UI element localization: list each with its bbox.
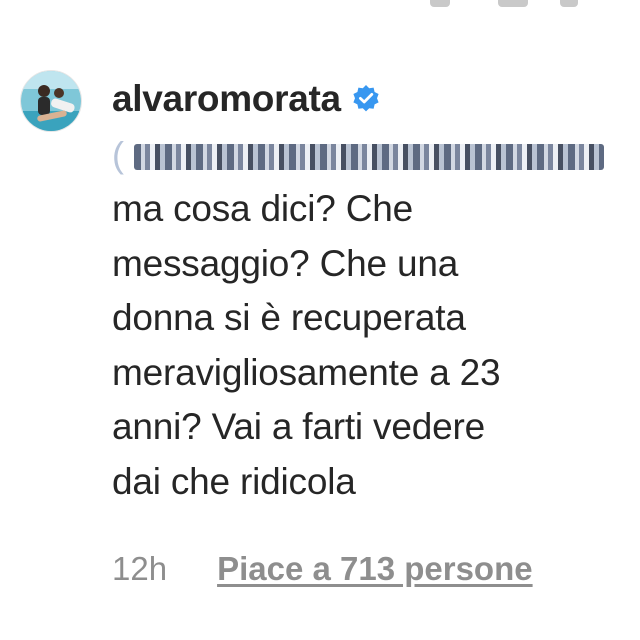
fragment-mark: [430, 0, 450, 7]
avatar-photo: [21, 71, 81, 131]
mention-prefix: (: [112, 134, 124, 175]
mention[interactable]: (: [112, 132, 632, 178]
avatar[interactable]: [20, 70, 82, 132]
fragment-mark: [560, 0, 578, 7]
comment-text: ma cosa dici? Che messaggio? Che una don…: [112, 188, 501, 502]
comment-time: 12h: [112, 550, 168, 587]
username[interactable]: alvaromorata: [112, 78, 341, 120]
previous-comment-fragment: [0, 0, 640, 14]
comment-meta: 12h Piace a 713 persone: [112, 550, 533, 588]
fragment-mark: [498, 0, 528, 7]
likes-link[interactable]: Piace a 713 persone: [217, 550, 533, 588]
verified-badge-icon: [351, 84, 381, 114]
username-row: alvaromorata: [112, 76, 632, 122]
comment: alvaromorata ( ma cosa dici? Che messagg…: [112, 76, 632, 510]
mention-redacted: [134, 144, 604, 170]
